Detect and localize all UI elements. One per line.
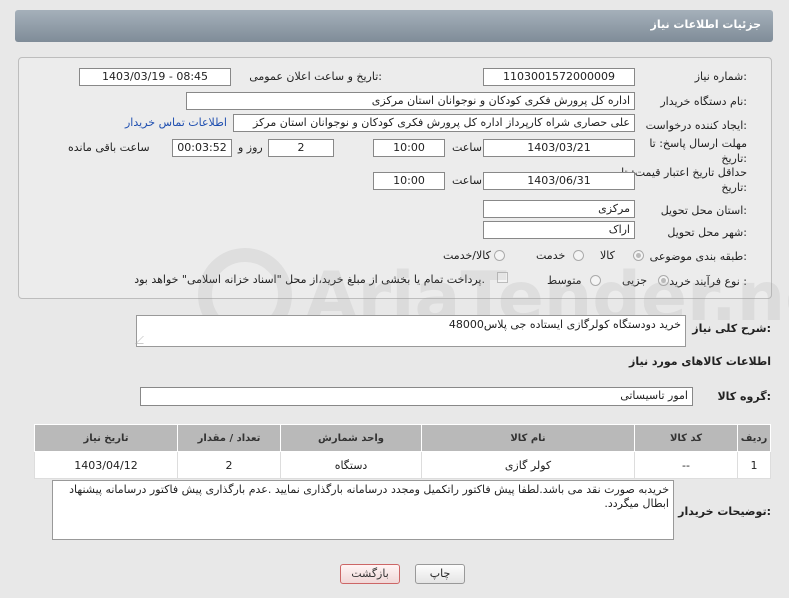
process-medium-label: متوسط <box>547 274 582 287</box>
col-code: کد کالا <box>634 424 738 452</box>
buyer-contact-link[interactable]: اطلاعات تماس خریدار <box>125 116 227 129</box>
print-button[interactable]: چاپ <box>415 564 465 584</box>
process-medium-radio[interactable] <box>590 275 601 286</box>
reply-time-field: 10:00 <box>373 139 445 157</box>
cell-unit: دستگاه <box>280 451 422 479</box>
category-goods-service-label: کالا/خدمت <box>443 249 491 262</box>
category-goods-label: کالا <box>600 249 615 262</box>
table-row: 1 -- کولر گازی دستگاه 2 1403/04/12 <box>34 451 771 479</box>
category-service-radio[interactable] <box>573 250 584 261</box>
need-number-field: 1103001572000009 <box>483 68 635 86</box>
treasury-checkbox[interactable] <box>497 272 508 283</box>
days-field: 2 <box>268 139 334 157</box>
cell-date: 1403/04/12 <box>34 451 178 479</box>
buyer-notes-text: خریدبه صورت نقد می باشد.لطفا پیش فاکتور … <box>69 483 669 510</box>
creator-field: علی حصاری شراه کارپرداز اداره کل پرورش ف… <box>233 114 635 132</box>
summary-textarea[interactable]: خرید دودستگاه کولرگازی ایستاده جی پلاس48… <box>135 315 686 347</box>
city-field: اراک <box>483 221 635 239</box>
col-unit: واحد شمارش <box>280 424 422 452</box>
category-goods-radio[interactable] <box>633 250 644 261</box>
buyer-notes-textarea[interactable]: خریدبه صورت نقد می باشد.لطفا پیش فاکتور … <box>52 480 674 540</box>
announce-label: تاریخ و ساعت اعلان عمومی: <box>249 70 382 83</box>
province-label: استان محل تحویل: <box>660 204 747 217</box>
validity-time-field: 10:00 <box>373 172 445 190</box>
city-label: شهر محل تحویل: <box>667 226 747 239</box>
reply-time-label: ساعت <box>452 141 482 154</box>
reply-date-field: 1403/03/21 <box>483 139 635 157</box>
cell-row: 1 <box>737 451 771 479</box>
cell-code: -- <box>634 451 738 479</box>
reply-deadline-label-2: تاریخ: <box>721 152 747 165</box>
summary-text: خرید دودستگاه کولرگازی ایستاده جی پلاس48… <box>448 318 681 331</box>
validity-date-field: 1403/06/31 <box>483 172 635 190</box>
page-title: جزئیات اطلاعات نیاز <box>650 18 762 31</box>
goods-group-label: گروه کالا: <box>717 390 771 403</box>
goods-section-title: اطلاعات کالاهای مورد نیاز <box>629 355 771 368</box>
province-field: مرکزی <box>483 200 635 218</box>
buyer-org-field: اداره کل پرورش فکری کودکان و نوجوانان اس… <box>186 92 635 110</box>
goods-group-field: امور تاسیساتی <box>140 387 693 406</box>
category-service-label: خدمت <box>536 249 566 262</box>
remaining-time-field: 00:03:52 <box>172 139 232 157</box>
creator-label: ایجاد کننده درخواست: <box>645 119 747 132</box>
cell-name: کولر گازی <box>421 451 635 479</box>
page-header: جزئیات اطلاعات نیاز <box>15 10 773 42</box>
category-goods-service-radio[interactable] <box>494 250 505 261</box>
remaining-time-label: ساعت باقی مانده <box>68 141 150 154</box>
col-row: ردیف <box>737 424 771 452</box>
col-date: تاریخ نیاز <box>34 424 178 452</box>
goods-table: ردیف کد کالا نام کالا واحد شمارش تعداد /… <box>34 424 771 479</box>
need-number-label: شماره نیاز: <box>694 70 747 83</box>
goods-table-header: ردیف کد کالا نام کالا واحد شمارش تعداد /… <box>34 424 771 452</box>
process-label: نوع فرآیند خرید : <box>669 275 747 288</box>
cell-qty: 2 <box>177 451 281 479</box>
category-label: طبقه بندی موضوعی: <box>649 250 747 263</box>
resize-grip-icon[interactable] <box>135 336 151 344</box>
summary-label: شرح کلی نیاز: <box>692 322 771 335</box>
validity-time-label: ساعت <box>452 174 482 187</box>
process-partial-label: جزیی <box>622 274 648 287</box>
process-partial-radio[interactable] <box>658 275 669 286</box>
buyer-org-label: نام دستگاه خریدار: <box>660 95 747 108</box>
reply-deadline-label: مهلت ارسال پاسخ: تا <box>649 137 747 150</box>
buyer-notes-label: توضیحات خریدار: <box>678 505 771 518</box>
validity-label: حداقل تاریخ اعتبار قیمت: تا <box>621 166 747 179</box>
days-label: روز و <box>238 141 263 154</box>
announce-field: 1403/03/19 - 08:45 <box>79 68 231 86</box>
payment-note: پرداخت تمام یا بخشی از مبلغ خرید،از محل … <box>134 273 485 286</box>
col-qty: تعداد / مقدار <box>177 424 281 452</box>
col-name: نام کالا <box>421 424 635 452</box>
back-button[interactable]: بازگشت <box>340 564 400 584</box>
validity-label-2: تاریخ: <box>721 181 747 194</box>
